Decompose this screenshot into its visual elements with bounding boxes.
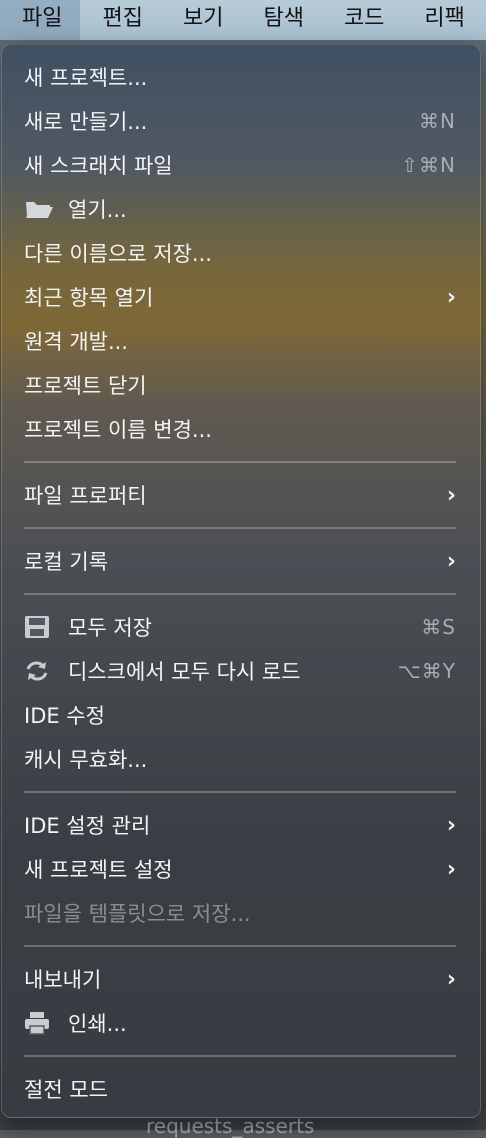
menu-separator: [24, 461, 456, 463]
menubar-item-navigate[interactable]: 탐색: [241, 0, 321, 40]
menubar-item-code[interactable]: 코드: [322, 0, 402, 40]
menu-item-save-file-as-template: 파일을 템플릿으로 저장...: [24, 893, 456, 933]
menu-item-label: 모두 저장: [68, 616, 152, 640]
menu-item-power-save-mode[interactable]: 절전 모드: [24, 1069, 456, 1109]
menu-separator: [24, 593, 456, 595]
menu-item-shortcut: ⌘N: [419, 109, 456, 133]
menu-item-new[interactable]: 새로 만들기... ⌘N: [24, 101, 456, 141]
chevron-right-icon: ›: [446, 548, 456, 574]
menu-item-label: 열기...: [68, 198, 127, 222]
menu-item-label: 파일 프로퍼티: [24, 484, 147, 508]
menu-item-label: 프로젝트 이름 변경...: [24, 418, 212, 442]
save-icon: [24, 615, 54, 639]
menu-item-open[interactable]: 열기...: [24, 189, 456, 229]
menu-separator: [24, 527, 456, 529]
menu-item-label: 원격 개발...: [24, 330, 128, 354]
chevron-right-icon: ›: [446, 856, 456, 882]
menu-item-label: 최근 항목 열기: [24, 286, 154, 310]
menu-item-file-properties[interactable]: 파일 프로퍼티 ›: [24, 475, 456, 515]
menu-item-label: 새로 만들기...: [24, 110, 148, 134]
menu-item-shortcut: ⌘S: [421, 615, 456, 639]
reload-icon: [24, 659, 54, 683]
print-icon: [24, 1011, 54, 1035]
menu-item-label: 다른 이름으로 저장...: [24, 242, 212, 266]
menubar-item-file[interactable]: 파일: [0, 0, 81, 40]
menu-bar: 파일 편집 보기 탐색 코드 리팩: [0, 0, 486, 40]
folder-icon: [24, 197, 54, 221]
menu-item-label: 새 프로젝트...: [24, 66, 148, 90]
menu-item-label: 로컬 기록: [24, 550, 108, 574]
menu-item-label: 디스크에서 모두 다시 로드: [68, 660, 301, 684]
menu-item-label: 캐시 무효화...: [24, 748, 148, 772]
menu-item-manage-ide-settings[interactable]: IDE 설정 관리 ›: [24, 805, 456, 845]
menu-item-label: 새 스크래치 파일: [24, 154, 173, 178]
menu-item-shortcut: ⇧⌘N: [401, 153, 456, 177]
menu-item-shortcut: ⌥⌘Y: [397, 659, 456, 683]
menu-item-label: 내보내기: [24, 968, 102, 992]
file-menu-dropdown: 새 프로젝트... 새로 만들기... ⌘N 새 스크래치 파일 ⇧⌘N 열기.…: [1, 44, 481, 1118]
chevron-right-icon: ›: [446, 482, 456, 508]
menu-item-label: IDE 수정: [24, 704, 105, 728]
menu-item-invalidate-caches[interactable]: 캐시 무효화...: [24, 739, 456, 779]
menu-item-label: 프로젝트 닫기: [24, 374, 147, 398]
menu-separator: [24, 945, 456, 947]
menu-item-save-as[interactable]: 다른 이름으로 저장...: [24, 233, 456, 273]
menu-item-open-recent[interactable]: 최근 항목 열기 ›: [24, 277, 456, 317]
menu-item-new-scratch-file[interactable]: 새 스크래치 파일 ⇧⌘N: [24, 145, 456, 185]
menu-item-reload-from-disk[interactable]: 디스크에서 모두 다시 로드 ⌥⌘Y: [24, 651, 456, 691]
menu-item-label: IDE 설정 관리: [24, 814, 151, 838]
menu-item-export[interactable]: 내보내기 ›: [24, 959, 456, 999]
menu-separator: [24, 1055, 456, 1057]
menu-item-new-project[interactable]: 새 프로젝트...: [24, 57, 456, 97]
menubar-item-edit[interactable]: 편집: [80, 0, 160, 40]
menu-item-label: 절전 모드: [24, 1078, 108, 1102]
chevron-right-icon: ›: [446, 812, 456, 838]
menu-item-rename-project[interactable]: 프로젝트 이름 변경...: [24, 409, 456, 449]
chevron-right-icon: ›: [446, 966, 456, 992]
menu-item-label: 새 프로젝트 설정: [24, 858, 173, 882]
menu-item-close-project[interactable]: 프로젝트 닫기: [24, 365, 456, 405]
menu-item-label: 파일을 템플릿으로 저장...: [24, 902, 251, 926]
menu-item-local-history[interactable]: 로컬 기록 ›: [24, 541, 456, 581]
menubar-item-view[interactable]: 보기: [161, 0, 241, 40]
menu-item-print[interactable]: 인쇄...: [24, 1003, 456, 1043]
chevron-right-icon: ›: [446, 284, 456, 310]
menu-item-save-all[interactable]: 모두 저장 ⌘S: [24, 607, 456, 647]
menu-item-repair-ide[interactable]: IDE 수정: [24, 695, 456, 735]
menu-separator: [24, 791, 456, 793]
menu-item-label: 인쇄...: [68, 1012, 127, 1036]
menu-item-remote-development[interactable]: 원격 개발...: [24, 321, 456, 361]
menubar-item-refactor[interactable]: 리팩: [402, 0, 482, 40]
menu-item-new-project-settings[interactable]: 새 프로젝트 설정 ›: [24, 849, 456, 889]
